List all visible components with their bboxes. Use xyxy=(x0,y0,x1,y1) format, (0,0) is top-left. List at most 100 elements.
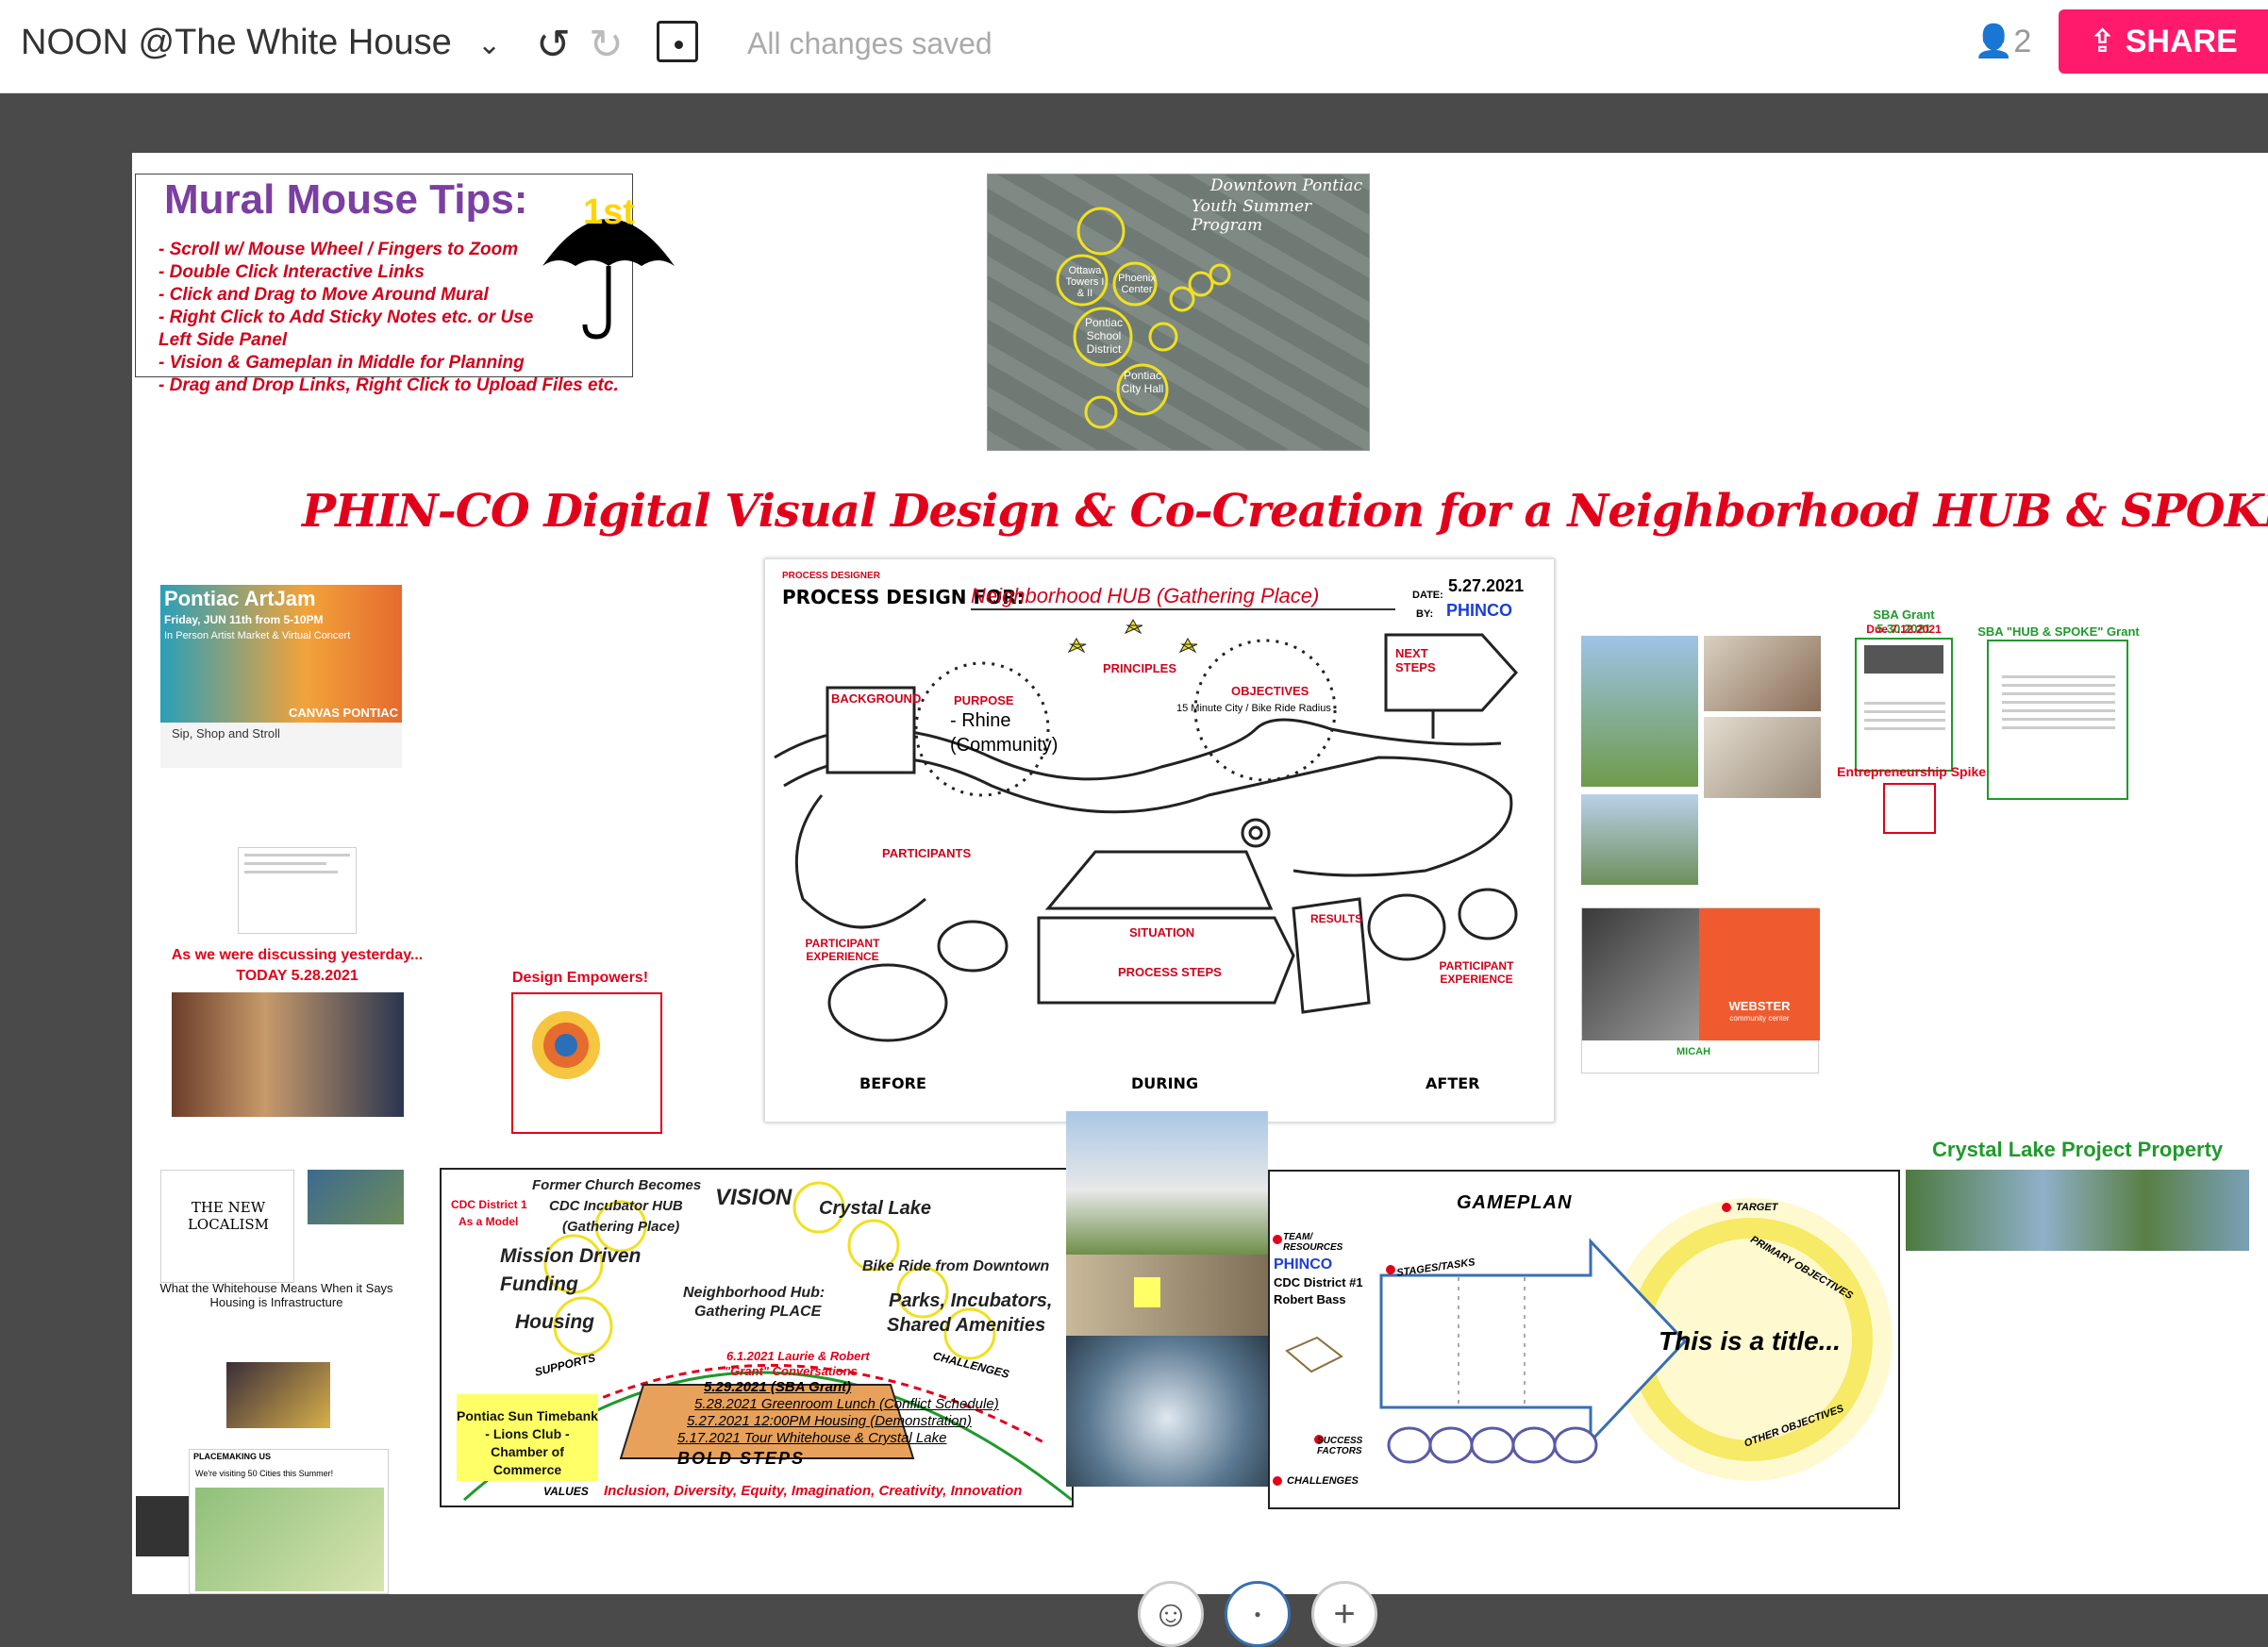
crystal-lake-caption: Crystal Lake Project Property xyxy=(1932,1138,2224,1161)
webster-label: WEBSTER xyxy=(1728,999,1791,1013)
crowd-photo[interactable] xyxy=(308,1170,404,1224)
collaborators-indicator[interactable]: 👤2 xyxy=(1974,23,2031,60)
vision-gathering: (Gathering Place) xyxy=(562,1219,680,1235)
meeting-photo[interactable] xyxy=(1704,636,1821,711)
tips-title: Mural Mouse Tips: xyxy=(164,176,528,223)
crystal-lake-photos[interactable] xyxy=(1906,1170,2249,1251)
map-label: Pontiac City Hall xyxy=(1121,369,1164,395)
house-photo[interactable] xyxy=(1066,1111,1268,1255)
entrepreneurship-doc[interactable] xyxy=(1883,783,1936,834)
mural-title[interactable]: NOON @The White House xyxy=(21,23,452,63)
map-markers xyxy=(1056,207,1231,429)
collaborator-count: 2 xyxy=(2013,24,2032,59)
after-label: AFTER xyxy=(1426,1074,1480,1092)
step-3: 5.27.2021 12:00PM Housing (Demonstration… xyxy=(687,1413,972,1429)
gameplan-board[interactable]: GAMEPLAN TEAM/ RESOURCES PHINCO CDC Dist… xyxy=(1268,1170,1900,1509)
gameplan-title-text[interactable]: This is a title... xyxy=(1659,1326,1841,1356)
artjam-poster[interactable]: Pontiac ArtJam Friday, JUN 11th from 5-1… xyxy=(160,585,402,768)
step-2: 5.17.2021 Tour Whitehouse & Crystal Lake xyxy=(677,1430,947,1446)
tip-line: - Drag and Drop Links, Right Click to Up… xyxy=(158,375,619,395)
objectives-label: OBJECTIVES xyxy=(1231,684,1309,698)
caption-today: TODAY 5.28.2021 xyxy=(236,968,359,984)
webster-sublabel: community center xyxy=(1729,1014,1790,1023)
supporters-note[interactable]: Pontiac Sun Timebank - Lions Club - Cham… xyxy=(457,1394,598,1481)
process-steps-label: PROCESS STEPS xyxy=(1118,965,1222,979)
objectives-value: 15 Minute City / Bike Ride Radius xyxy=(1176,703,1331,714)
target-graphic xyxy=(532,1011,600,1079)
step-6b: "Grant" Conversations xyxy=(725,1364,858,1378)
storm-photo[interactable] xyxy=(1066,1336,1268,1487)
step-5: 5.29.2021 (SBA Grant) xyxy=(704,1379,852,1395)
downtown-map-image[interactable]: Downtown Pontiac Youth Summer Program Ot… xyxy=(987,174,1370,451)
placemaking-card[interactable]: PLACEMAKING US We're visiting 50 Cities … xyxy=(189,1449,389,1594)
gameplan-team: TEAM/ RESOURCES xyxy=(1283,1232,1343,1253)
artjam-footer: Sip, Shop and Stroll xyxy=(172,726,280,740)
design-empowers-doc[interactable] xyxy=(511,992,662,1134)
before-label: BEFORE xyxy=(859,1074,926,1092)
speaker-photo[interactable] xyxy=(226,1362,330,1428)
presentation-icon[interactable] xyxy=(657,21,698,62)
document-thumbnail[interactable] xyxy=(238,847,357,934)
vision-amenities: Shared Amenities xyxy=(887,1315,1046,1336)
sba-grant-doc[interactable] xyxy=(1855,638,1953,772)
pontiac-logo-button[interactable]: ● xyxy=(1225,1581,1291,1647)
caption-discussing: As we were discussing yesterday... xyxy=(171,947,424,963)
step-4: 5.28.2021 Greenroom Lunch (Conflict Sche… xyxy=(694,1396,999,1412)
purpose-value-1: - Rhine xyxy=(950,710,1011,731)
vision-incubator: CDC Incubator HUB xyxy=(549,1198,683,1214)
site-photo[interactable] xyxy=(1581,636,1698,787)
gameplan-challenges: CHALLENGES xyxy=(1287,1475,1359,1487)
group-photo[interactable] xyxy=(136,1496,189,1556)
user-icon: 👤 xyxy=(1974,24,2014,59)
principles-label: PRINCIPLES xyxy=(1103,661,1177,675)
purpose-label: PURPOSE xyxy=(954,693,1014,707)
gameplan-title: GAMEPLAN xyxy=(1457,1192,1573,1213)
umbrella-label: 1st xyxy=(583,192,635,232)
vision-board[interactable]: Former Church Becomes CDC Incubator HUB … xyxy=(440,1168,1074,1507)
interior-photo[interactable] xyxy=(1066,1255,1268,1336)
vision-church: Former Church Becomes xyxy=(532,1177,702,1193)
sticky-note-yellow[interactable] xyxy=(1134,1277,1160,1307)
vision-cdc: CDC District 1 xyxy=(451,1198,527,1211)
chevron-down-icon[interactable]: ⌄ xyxy=(477,28,501,61)
placemaking-title: PLACEMAKING US xyxy=(193,1452,272,1461)
gameplan-target: TARGET xyxy=(1736,1202,1778,1213)
add-button[interactable]: + xyxy=(1311,1581,1377,1647)
localism-article[interactable]: THE NEW LOCALISM xyxy=(160,1170,294,1283)
artjam-brand: CANVAS PONTIAC xyxy=(289,706,399,720)
next-steps-label: NEXT STEPS xyxy=(1395,646,1436,674)
press-photo[interactable] xyxy=(172,992,404,1117)
webster-card[interactable]: WEBSTER community center MICAH xyxy=(1581,907,1820,1073)
vision-mission: Mission Driven xyxy=(500,1245,642,1267)
vision-place: Gathering PLACE xyxy=(694,1304,822,1320)
gameplan-district: CDC District #1 xyxy=(1274,1275,1363,1289)
people-photo[interactable] xyxy=(1581,794,1698,885)
upload-icon: ⇪ xyxy=(2089,24,2116,59)
caption-whitehouse: What the Whitehouse Means When it Says H… xyxy=(159,1281,393,1309)
purpose-value-2: (Community) xyxy=(950,735,1059,756)
sba-due-caption: Due 7.12.2021 xyxy=(1866,623,1942,636)
us-map-image xyxy=(195,1488,384,1591)
map-label: Ottawa Towers I & II xyxy=(1065,265,1105,299)
participant-experience-before: PARTICIPANT EXPERIENCE xyxy=(805,937,880,963)
artjam-sub: In Person Artist Market & Virtual Concer… xyxy=(164,630,351,641)
process-design-board[interactable]: PROCESS DESIGNER PROCESS DESIGN FOR: Nei… xyxy=(764,558,1555,1123)
process-diagram xyxy=(774,618,1519,1042)
vision-model: As a Model xyxy=(459,1215,519,1228)
vision-title: VISION xyxy=(715,1185,792,1210)
share-button[interactable]: ⇪ SHARE xyxy=(2059,9,2268,74)
redo-icon[interactable]: ↻ xyxy=(589,21,624,69)
step-6a: 6.1.2021 Laurie & Robert xyxy=(726,1349,870,1363)
entrepreneurship-caption: Entrepreneurship Spikes xyxy=(1837,764,1993,779)
tip-line: - Vision & Gameplan in Middle for Planni… xyxy=(158,353,525,373)
sba-hub-doc[interactable] xyxy=(1987,640,2128,800)
vision-hub: Neighborhood Hub: xyxy=(683,1285,825,1301)
meeting-photo[interactable] xyxy=(1704,717,1821,798)
logo-icon: ● xyxy=(1254,1607,1261,1621)
during-label: DURING xyxy=(1131,1074,1199,1092)
values-label: VALUES xyxy=(543,1485,589,1498)
emoji-button[interactable]: ☺ xyxy=(1138,1581,1204,1647)
undo-icon[interactable]: ↺ xyxy=(536,21,571,69)
participant-experience-after: PARTICIPANT EXPERIENCE xyxy=(1439,959,1514,986)
mural-canvas[interactable]: Mural Mouse Tips: - Scroll w/ Mouse Whee… xyxy=(132,153,2268,1594)
